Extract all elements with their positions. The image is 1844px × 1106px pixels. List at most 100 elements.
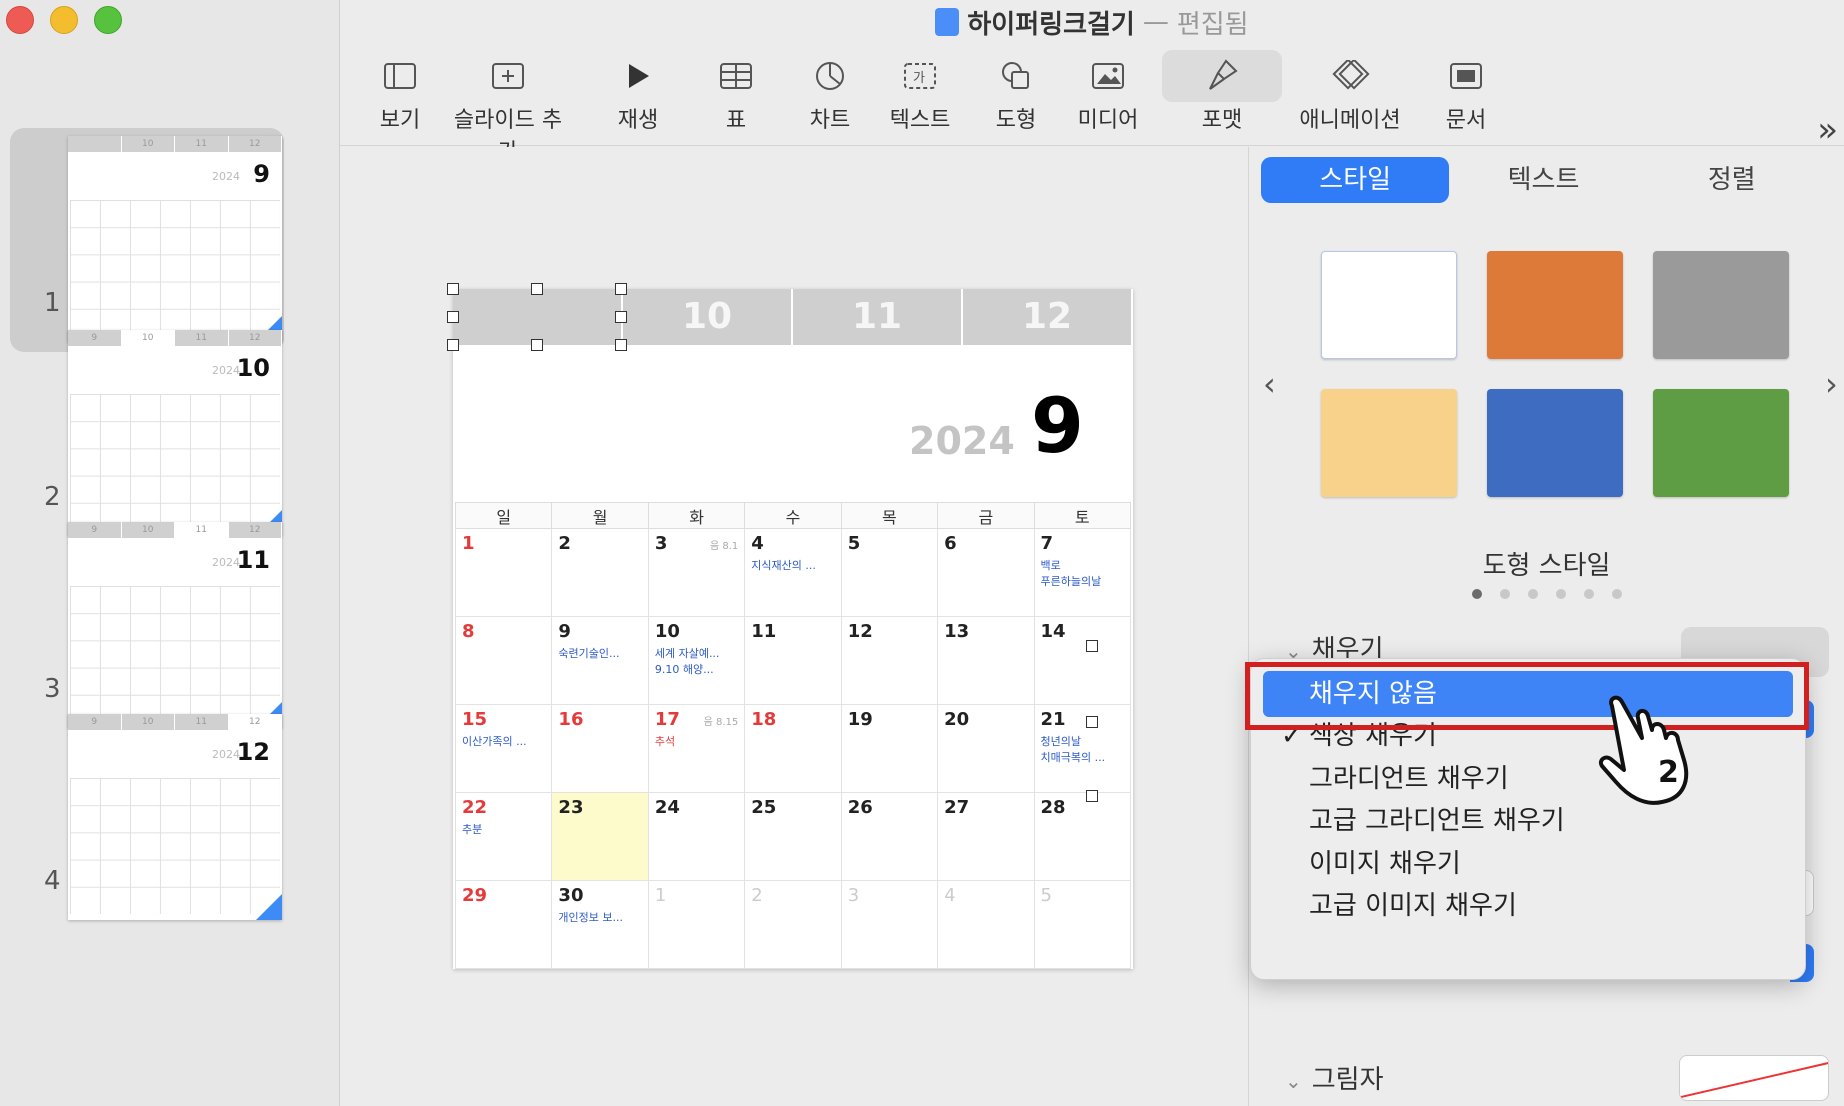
selection-handle[interactable]	[531, 339, 543, 351]
next-style-chevron-icon[interactable]: ›	[1825, 365, 1838, 403]
calendar-day-cell[interactable]: 28	[1033, 792, 1132, 881]
toolbar-media-button[interactable]: 미디어	[1048, 50, 1168, 142]
close-window-button[interactable]	[6, 6, 34, 34]
thumbnail-preview: 9 10 11 12 2024 12	[68, 714, 282, 920]
calendar-day-cell[interactable]: 1	[647, 880, 746, 969]
slide-thumbnail-4[interactable]: 4 9 10 11 12 2024 12	[10, 706, 284, 930]
toolbar-paintbrush-button[interactable]: 포맷	[1162, 50, 1282, 142]
fill-menu-item[interactable]: 채우지 않음	[1263, 671, 1793, 717]
shape-style-swatch[interactable]	[1487, 251, 1623, 359]
toolbar-animation-button[interactable]: 애니메이션	[1290, 50, 1410, 142]
selection-handle[interactable]	[447, 311, 459, 323]
calendar-day-cell[interactable]: 5	[840, 528, 939, 617]
selection-handle[interactable]	[1086, 790, 1098, 802]
fill-menu-item[interactable]: 이미지 채우기	[1263, 841, 1793, 887]
calendar-day-cell[interactable]: 16	[551, 704, 649, 793]
toolbar-document-button[interactable]: 문서	[1406, 50, 1526, 142]
day-number: 27	[944, 797, 970, 818]
day-number: 1	[462, 533, 475, 554]
thumb-tab: 12	[228, 714, 282, 730]
shape-style-swatch[interactable]	[1653, 251, 1789, 359]
thumb-month: 11	[236, 546, 270, 574]
toolbar-add-slide-button[interactable]: 슬라이드 추가	[448, 50, 568, 165]
month-tab[interactable]: 11	[793, 289, 963, 345]
calendar-day-cell[interactable]: 7 백로 푸른하늘의날	[1033, 528, 1132, 617]
shape-style-swatch[interactable]	[1321, 251, 1457, 359]
calendar-day-cell[interactable]: 6	[937, 528, 1035, 617]
calendar-day-cell[interactable]: 10 세계 자살예... 9.10 해양...	[647, 616, 746, 705]
slide-number: 2	[44, 482, 61, 512]
calendar-day-cell[interactable]: 4	[937, 880, 1035, 969]
calendar-day-cell[interactable]: 2	[551, 528, 649, 617]
calendar-day-cell[interactable]: 18	[744, 704, 842, 793]
minimize-window-button[interactable]	[50, 6, 78, 34]
selection-handle[interactable]	[615, 339, 627, 351]
calendar-day-cell[interactable]: 11	[744, 616, 842, 705]
selection-handle[interactable]	[531, 283, 543, 295]
fill-menu-item[interactable]: ✓ 색상 채우기	[1263, 713, 1793, 759]
calendar-day-cell[interactable]: 2	[744, 880, 842, 969]
slide-thumbnail-2[interactable]: 2 9 10 11 12 2024 10	[10, 322, 284, 546]
zoom-window-button[interactable]	[94, 6, 122, 34]
calendar-day-cell[interactable]: 19	[840, 704, 939, 793]
event-text: 숙련기술인...	[558, 647, 620, 660]
day-number: 28	[1040, 797, 1066, 818]
slide-calendar[interactable]: 10 11 12 2024 9 일월화수목금토 123음 8.1 4 지식재산의 .…	[453, 289, 1133, 969]
calendar-day-cell[interactable]: 21 청년의날 치매극복의 ...	[1033, 704, 1132, 793]
tab-arrange[interactable]: 정렬	[1638, 157, 1826, 203]
toolbar-sidebar-view-button[interactable]: 보기	[340, 50, 460, 142]
calendar-day-cell[interactable]: 4 지식재산의 ...	[744, 528, 842, 617]
selection-handle[interactable]	[1086, 640, 1098, 652]
month-tab[interactable]	[453, 289, 623, 345]
tab-text[interactable]: 텍스트	[1449, 157, 1637, 203]
month-tab[interactable]: 12	[963, 289, 1133, 345]
calendar-day-cell[interactable]: 23	[551, 792, 649, 881]
style-page-dots[interactable]	[1249, 589, 1844, 599]
more-tools-chevron-icon[interactable]: »	[1817, 110, 1838, 150]
calendar-day-cell[interactable]: 8	[454, 616, 553, 705]
selection-handle[interactable]	[1086, 716, 1098, 728]
calendar-day-cell[interactable]: 9 숙련기술인...	[551, 616, 649, 705]
calendar-day-cell[interactable]: 25	[744, 792, 842, 881]
calendar-day-cell[interactable]: 30 개인정보 보...	[551, 880, 649, 969]
selection-handle[interactable]	[615, 283, 627, 295]
toolbar-label: 문서	[1445, 108, 1487, 133]
shadow-none-preview[interactable]	[1679, 1055, 1829, 1101]
shape-style-swatch[interactable]	[1487, 389, 1623, 497]
shape-style-swatch[interactable]	[1321, 389, 1457, 497]
slide-thumbnail-3[interactable]: 3 9 10 11 12 2024 11	[10, 514, 284, 738]
calendar-day-cell[interactable]: 5	[1033, 880, 1132, 969]
calendar-day-cell[interactable]: 15 이산가족의 ...	[454, 704, 553, 793]
calendar-day-cell[interactable]: 22 추분	[454, 792, 553, 881]
fill-menu-item[interactable]: 고급 그라디언트 채우기	[1263, 798, 1793, 844]
slide-thumbnail-1[interactable]: 1 10 11 12 2024 9	[10, 128, 284, 352]
calendar-day-cell[interactable]: 29	[454, 880, 553, 969]
calendar-day-cell[interactable]: 17 음 8.15 추석	[647, 704, 746, 793]
calendar-day-cell[interactable]: 12	[840, 616, 939, 705]
title-separator: —	[1142, 7, 1169, 37]
selection-handle[interactable]	[615, 311, 627, 323]
prev-style-chevron-icon[interactable]: ‹	[1263, 365, 1276, 403]
fill-menu-item[interactable]: 고급 이미지 채우기	[1263, 883, 1793, 929]
calendar-day-cell[interactable]: 1	[454, 528, 553, 617]
calendar-day-cell[interactable]: 24	[647, 792, 746, 881]
media-icon	[1048, 50, 1168, 102]
day-number: 23	[558, 797, 584, 818]
day-number: 12	[847, 621, 873, 642]
calendar-day-cell[interactable]: 3음 8.1	[647, 528, 746, 617]
shadow-section-header[interactable]: ⌄ 그림자	[1285, 1059, 1384, 1096]
calendar-day-cell[interactable]: 3	[840, 880, 939, 969]
calendar-day-cell[interactable]: 20	[937, 704, 1035, 793]
calendar-day-cell[interactable]: 14	[1033, 616, 1132, 705]
calendar-day-cell[interactable]: 13	[937, 616, 1035, 705]
calendar-day-cell[interactable]: 27	[937, 792, 1035, 881]
month-tab[interactable]: 10	[623, 289, 793, 345]
shape-style-swatch[interactable]	[1653, 389, 1789, 497]
selection-handle[interactable]	[447, 339, 459, 351]
calendar-day-cell[interactable]: 26	[840, 792, 939, 881]
fill-menu-item[interactable]: 그라디언트 채우기	[1263, 756, 1793, 802]
tab-style[interactable]: 스타일	[1261, 157, 1450, 203]
thumbnail-preview: 10 11 12 2024 9	[68, 136, 282, 342]
selection-handle[interactable]	[447, 283, 459, 295]
thumbnail-preview: 9 10 11 12 2024 11	[68, 522, 282, 728]
